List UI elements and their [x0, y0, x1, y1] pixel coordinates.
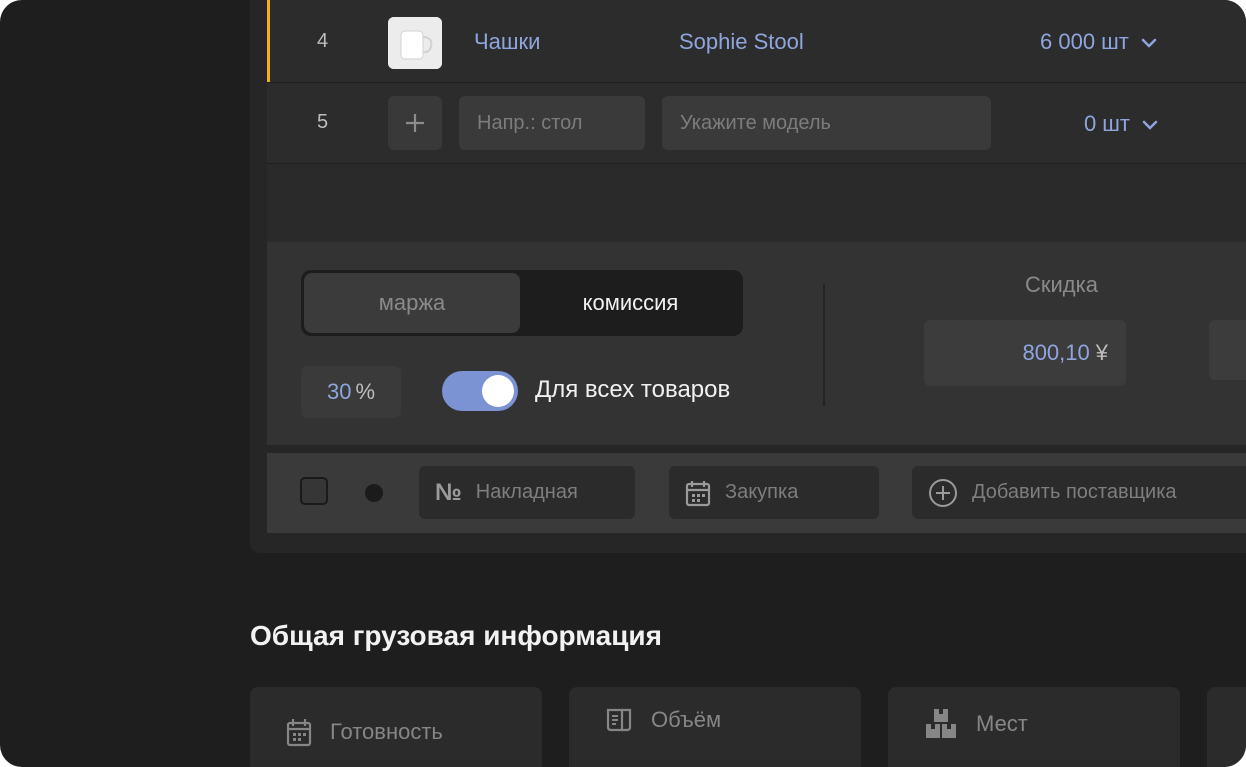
plus-circle-icon	[928, 478, 958, 508]
cargo-card-label: Объём	[651, 707, 722, 732]
volume-icon	[605, 707, 633, 733]
secondary-input[interactable]	[1209, 320, 1246, 380]
product-thumbnail[interactable]	[388, 17, 442, 69]
cargo-card-readiness[interactable]: Готовность	[250, 687, 542, 767]
cup-image-icon	[388, 17, 442, 69]
percent-unit: %	[355, 379, 376, 404]
row-number: 4	[317, 30, 329, 52]
mode-option-commission[interactable]: комиссия	[521, 273, 740, 333]
add-supplier-label: Добавить поставщика	[972, 481, 1177, 503]
chevron-down-icon	[1142, 120, 1158, 130]
table-row[interactable]: 4 Чашки Sophie Stool 6 000 шт	[267, 0, 1246, 83]
calendar-icon	[286, 717, 312, 747]
app-frame: 4 Чашки Sophie Stool 6 000 шт 5 Напр.: ст…	[0, 0, 1246, 767]
invoice-input[interactable]: № Накладная	[419, 466, 635, 519]
quantity-value: 6 000	[1040, 29, 1096, 54]
product-name-placeholder: Напр.: стол	[477, 111, 583, 134]
row-number: 5	[317, 111, 329, 133]
quantity-unit: шт	[1102, 111, 1130, 136]
cargo-card-label: Мест	[976, 711, 1028, 736]
supplier-bar: № Накладная Закупка Добавить поставщика	[267, 453, 1246, 533]
product-model-placeholder: Укажите модель	[680, 111, 831, 134]
add-supplier-button[interactable]: Добавить поставщика	[912, 466, 1246, 519]
product-name-link[interactable]: Чашки	[474, 29, 540, 55]
section-title: Общая грузовая информация	[250, 620, 662, 651]
empty-row-area	[267, 164, 1246, 242]
invoice-placeholder: Накладная	[475, 481, 578, 503]
calendar-icon	[685, 479, 711, 507]
cargo-card-partial[interactable]	[1207, 687, 1246, 767]
divider	[823, 284, 825, 406]
apply-all-toggle[interactable]	[442, 371, 518, 411]
cargo-card-label: Готовность	[330, 719, 443, 744]
cargo-card-volume[interactable]: Объём	[569, 687, 861, 767]
percent-value: 30	[326, 379, 352, 404]
mode-option-margin[interactable]: маржа	[304, 273, 520, 333]
quantity-value: 0	[1084, 111, 1097, 136]
toggle-knob	[482, 375, 514, 407]
discount-label: Скидка	[1025, 272, 1098, 297]
quantity-unit: шт	[1101, 29, 1129, 54]
status-dot	[365, 484, 383, 502]
discount-value: 800,10	[1022, 340, 1090, 365]
pricing-settings: маржа комиссия 30% Для всех товаров Скид…	[267, 242, 1246, 445]
quantity-dropdown[interactable]: 6 000 шт	[1040, 29, 1157, 55]
product-model-input[interactable]: Укажите модель	[662, 96, 991, 150]
percent-input[interactable]: 30%	[301, 366, 401, 418]
boxes-icon	[924, 707, 958, 741]
discount-currency: ¥	[1095, 340, 1108, 365]
discount-input[interactable]: 800,10 ¥	[924, 320, 1126, 386]
table-row[interactable]: 5 Напр.: стол Укажите модель 0 шт	[267, 83, 1246, 164]
apply-all-label: Для всех товаров	[535, 376, 731, 403]
product-model-link[interactable]: Sophie Stool	[679, 29, 804, 55]
select-checkbox[interactable]	[300, 477, 328, 505]
number-sign-icon: №	[435, 478, 462, 506]
mode-segmented-control[interactable]: маржа комиссия	[301, 270, 743, 336]
purchase-placeholder: Закупка	[725, 481, 799, 503]
product-name-input[interactable]: Напр.: стол	[459, 96, 645, 150]
quantity-dropdown[interactable]: 0 шт	[1084, 111, 1158, 137]
plus-icon	[406, 114, 424, 132]
add-image-button[interactable]	[388, 96, 442, 150]
cargo-card-places[interactable]: Мест	[888, 687, 1180, 767]
purchase-date-input[interactable]: Закупка	[669, 466, 879, 519]
chevron-down-icon	[1141, 38, 1157, 48]
